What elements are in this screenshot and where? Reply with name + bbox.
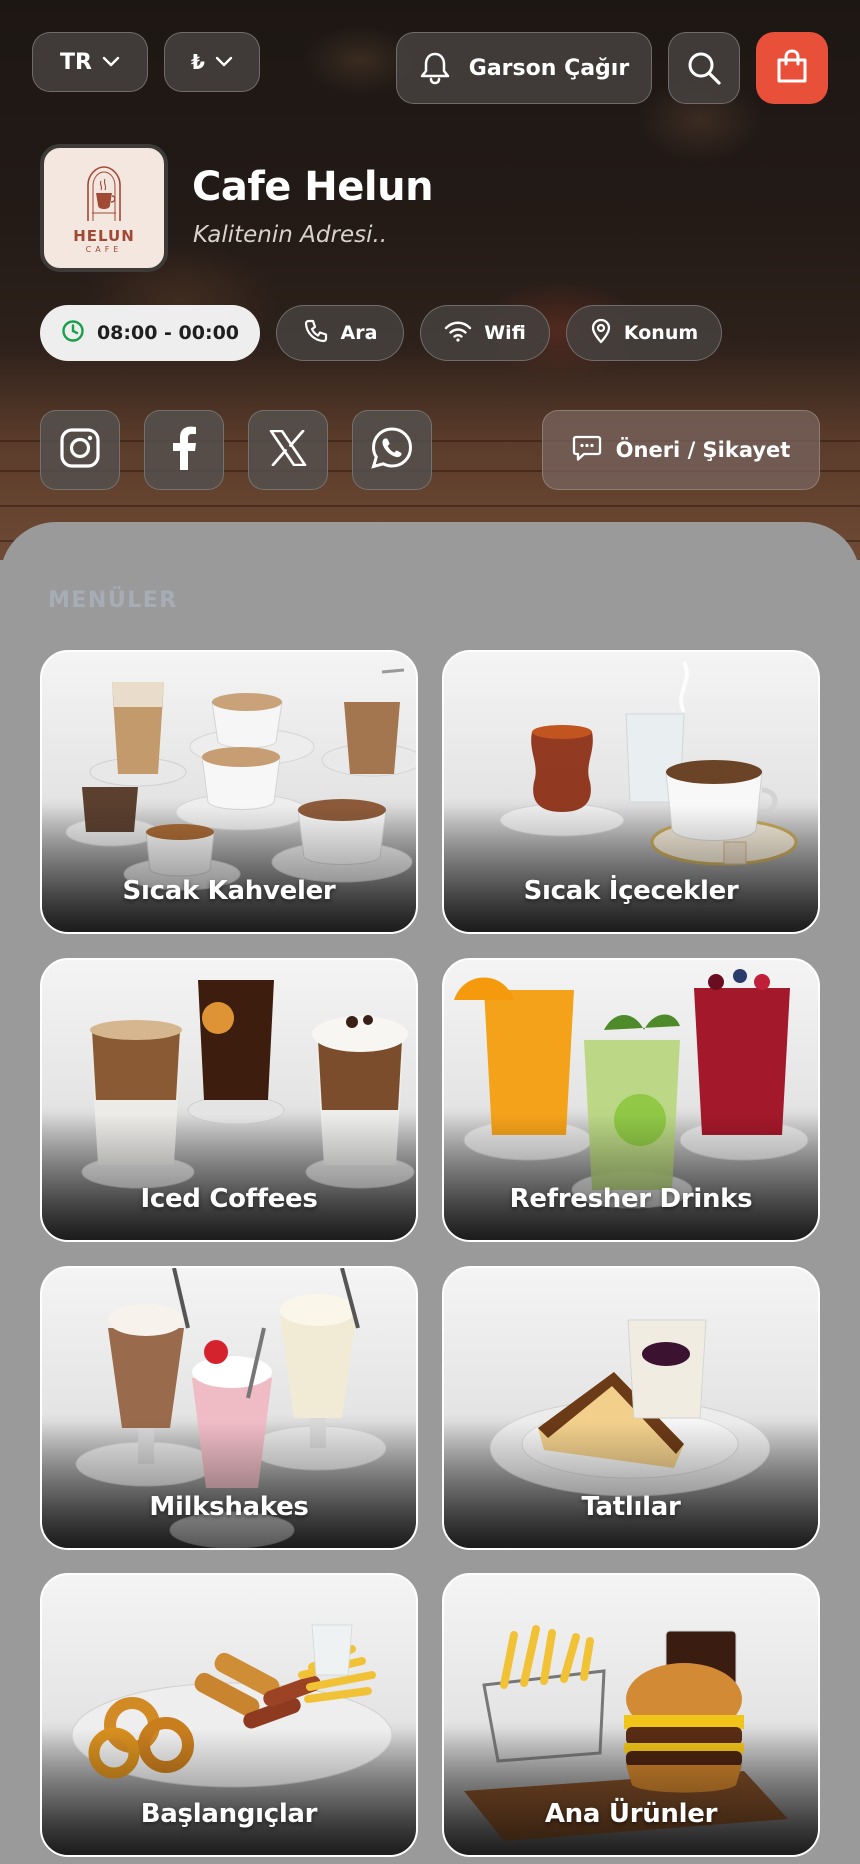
menu-section-title: MENÜLER: [48, 588, 178, 613]
call-waiter-button[interactable]: Garson Çağır: [396, 32, 652, 104]
card-shade: [444, 806, 818, 932]
shopping-bag-icon: [775, 48, 809, 88]
opening-hours-chip[interactable]: 08:00 - 00:00: [40, 305, 260, 361]
bell-icon: [419, 51, 451, 85]
map-pin-icon: [590, 318, 612, 349]
language-value: TR: [60, 49, 92, 75]
menu-category-card[interactable]: Tatlılar: [442, 1266, 820, 1550]
phone-icon: [303, 318, 329, 349]
language-selector[interactable]: TR: [32, 32, 148, 92]
menu-category-card[interactable]: Sıcak İçecekler: [442, 650, 820, 934]
menu-category-card[interactable]: Milkshakes: [40, 1266, 418, 1550]
menu-category-label: Tatlılar: [581, 1492, 681, 1522]
feedback-button[interactable]: Öneri / Şikayet: [542, 410, 820, 490]
whatsapp-icon: [370, 426, 414, 474]
wifi-button[interactable]: Wifi: [420, 305, 550, 361]
menu-category-label: Milkshakes: [149, 1492, 309, 1522]
clock-icon: [61, 319, 85, 348]
card-shade: [42, 1422, 416, 1548]
card-shade: [444, 1114, 818, 1240]
menu-category-card[interactable]: Ana Ürünler: [442, 1573, 820, 1857]
call-label: Ara: [340, 322, 378, 344]
x-icon: [269, 429, 307, 470]
currency-selector[interactable]: ₺: [164, 32, 260, 92]
menu-category-card[interactable]: Sıcak Kahveler: [40, 650, 418, 934]
card-shade: [42, 1114, 416, 1240]
feedback-label: Öneri / Şikayet: [615, 438, 791, 462]
logo-wordmark: HELUN: [73, 226, 135, 245]
menu-category-label: Iced Coffees: [140, 1184, 318, 1214]
menu-category-card[interactable]: Başlangıçlar: [40, 1573, 418, 1857]
card-shade: [444, 1422, 818, 1548]
chevron-down-icon: [215, 56, 233, 68]
logo-subtext: CAFE: [85, 244, 123, 254]
menu-category-card[interactable]: Refresher Drinks: [442, 958, 820, 1242]
instagram-icon: [59, 427, 101, 473]
facebook-icon: [171, 426, 197, 474]
menu-category-label: Ana Ürünler: [544, 1799, 718, 1829]
card-shade: [42, 806, 416, 932]
card-shade: [42, 1729, 416, 1855]
search-button[interactable]: [668, 32, 740, 104]
chat-icon: [572, 434, 602, 467]
call-waiter-label: Garson Çağır: [468, 55, 630, 81]
cart-button[interactable]: [756, 32, 828, 104]
location-label: Konum: [623, 322, 699, 344]
menu-category-label: Sıcak Kahveler: [122, 876, 336, 906]
currency-value: ₺: [191, 50, 205, 74]
cafe-tagline: Kalitenin Adresi..: [193, 222, 388, 248]
menu-category-card[interactable]: Iced Coffees: [40, 958, 418, 1242]
cafe-name: Cafe Helun: [192, 164, 434, 210]
chevron-down-icon: [102, 56, 120, 68]
facebook-button[interactable]: [144, 410, 224, 490]
location-button[interactable]: Konum: [566, 305, 722, 361]
wifi-icon: [444, 320, 472, 347]
card-shade: [444, 1729, 818, 1855]
cafe-logo: HELUN CAFE: [40, 144, 168, 272]
table-plank: [0, 505, 860, 507]
menu-category-label: Sıcak İçecekler: [523, 876, 739, 906]
coffee-cup-logo-icon: [87, 165, 121, 221]
x-button[interactable]: [248, 410, 328, 490]
opening-hours-value: 08:00 - 00:00: [96, 322, 240, 344]
whatsapp-button[interactable]: [352, 410, 432, 490]
menu-category-label: Refresher Drinks: [509, 1184, 753, 1214]
search-icon: [686, 50, 722, 86]
wifi-label: Wifi: [484, 322, 526, 344]
instagram-button[interactable]: [40, 410, 120, 490]
menu-category-label: Başlangıçlar: [140, 1799, 318, 1829]
call-button[interactable]: Ara: [276, 305, 404, 361]
